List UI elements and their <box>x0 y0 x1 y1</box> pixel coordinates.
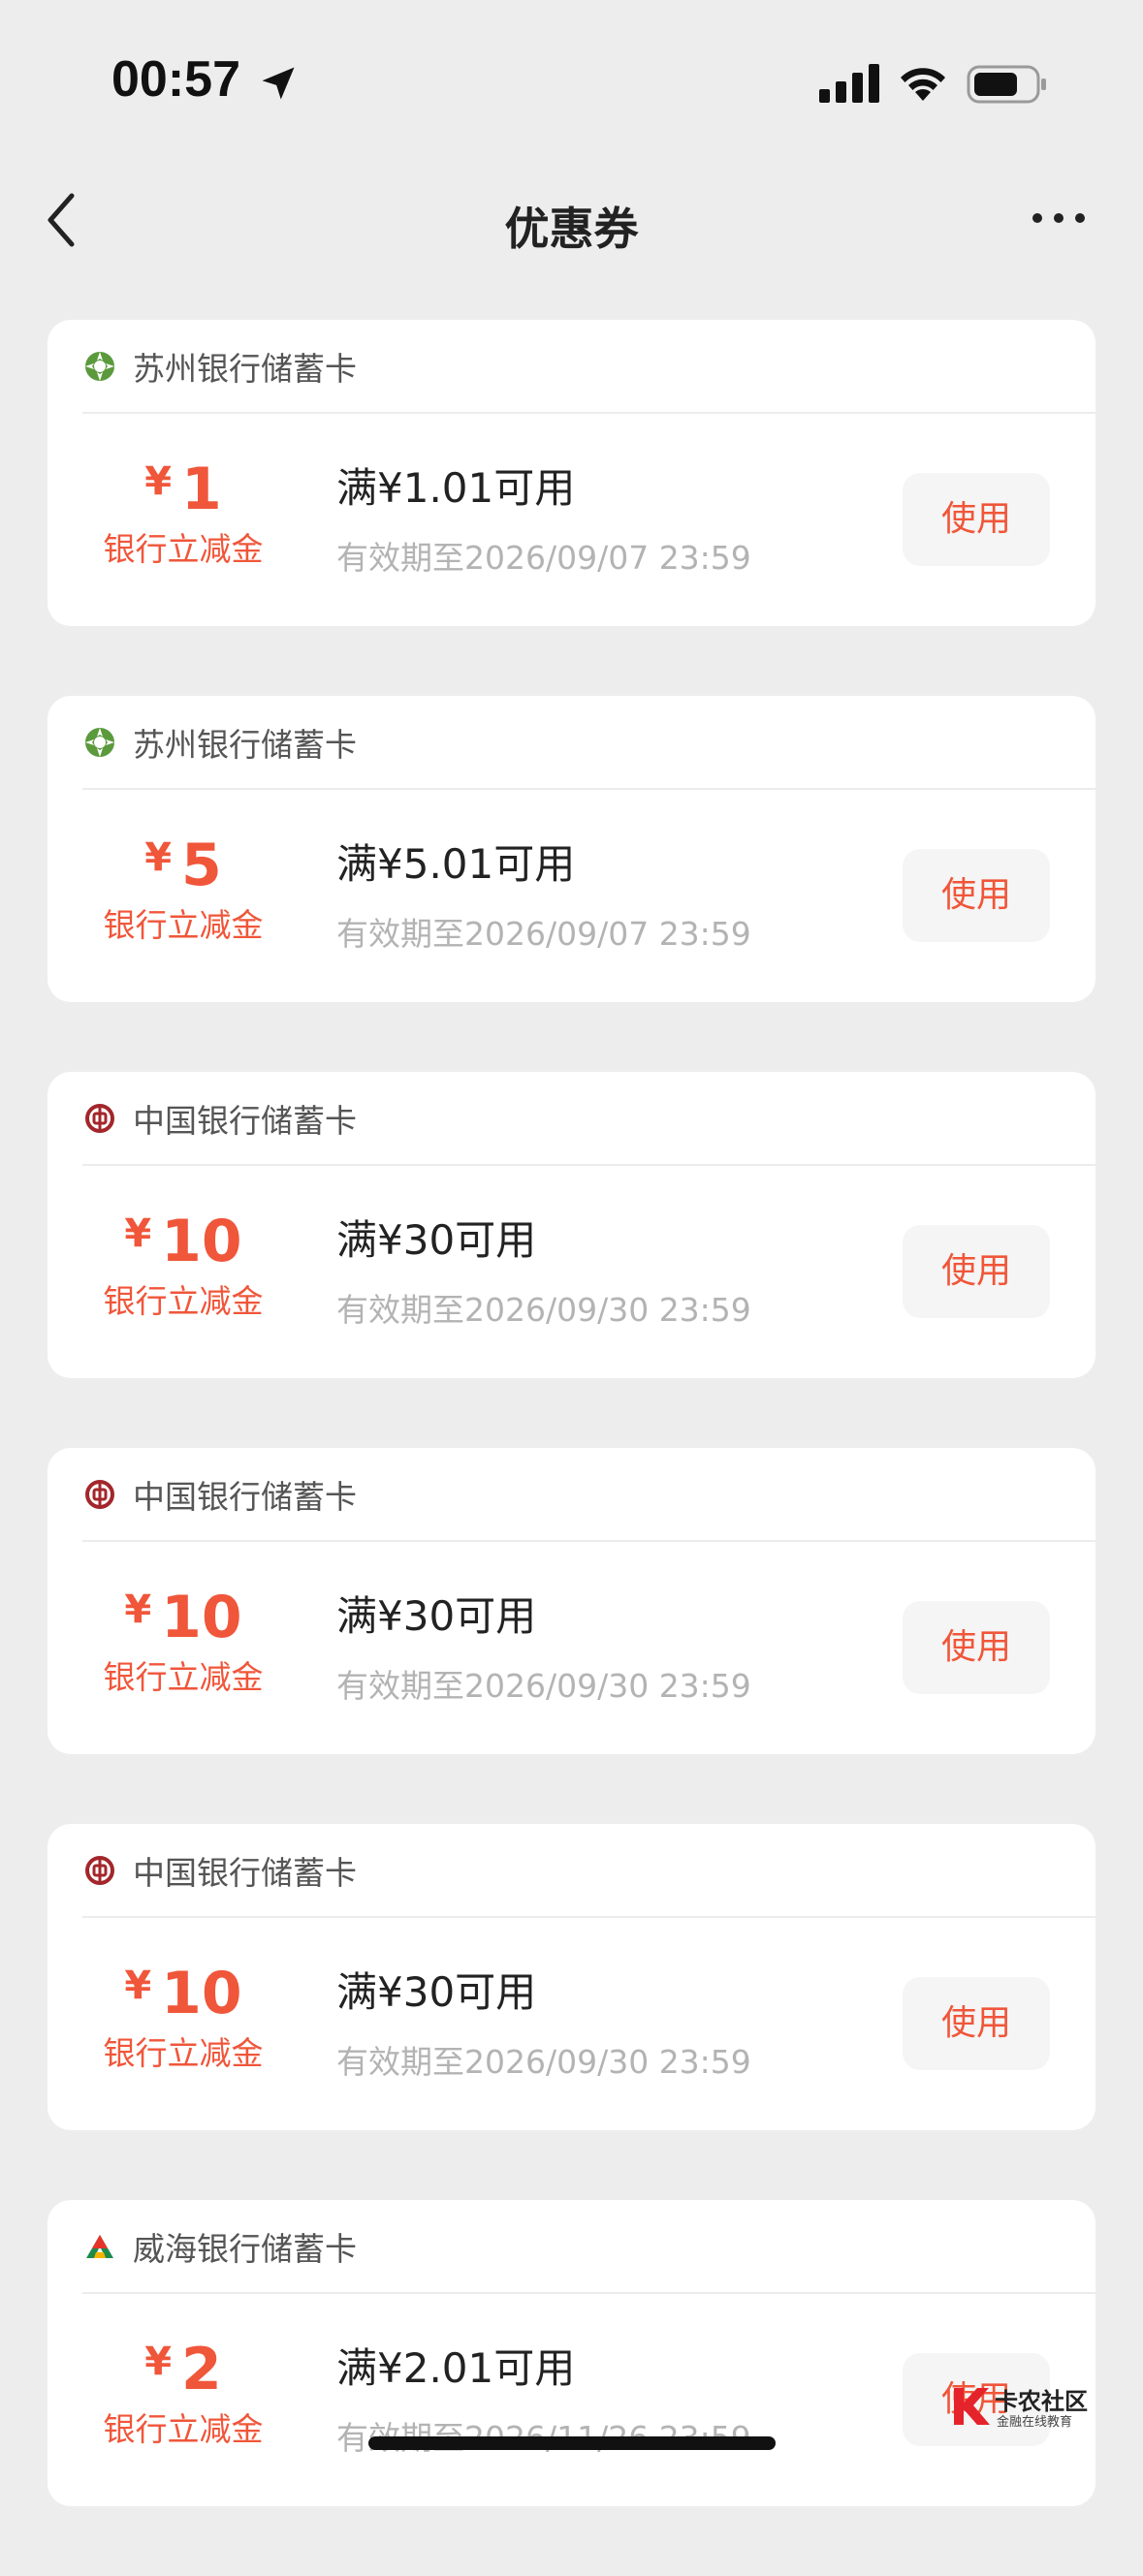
status-time: 00:57 <box>111 51 240 108</box>
coupon-type-label: 银行立减金 <box>103 1282 264 1320</box>
currency-symbol: ¥ <box>124 1587 152 1632</box>
bank-name: 中国银行储蓄卡 <box>133 1102 357 1140</box>
wifi-icon <box>901 68 945 101</box>
suzhou-bank-logo-icon <box>85 728 114 757</box>
currency-symbol: ¥ <box>144 459 173 504</box>
coupon-amount: 2 <box>181 2336 222 2403</box>
bank-name: 威海银行储蓄卡 <box>133 2230 357 2268</box>
coupon-type-label: 银行立减金 <box>103 1658 264 1696</box>
more-options-icon[interactable] <box>1030 204 1088 233</box>
coupon-amount: 10 <box>161 1208 242 1275</box>
coupon-card: 中国银行储蓄卡 ¥10 银行立减金 满¥30可用 有效期至2026/09/30 … <box>48 1448 1095 1754</box>
condition-block: 满¥30可用 有效期至2026/09/30 23:59 <box>336 1964 751 2083</box>
bank-name: 中国银行储蓄卡 <box>133 1478 357 1516</box>
amount-block: ¥1 银行立减金 <box>48 456 319 570</box>
use-button[interactable]: 使用 <box>903 1225 1050 1318</box>
currency-symbol: ¥ <box>124 1211 152 1256</box>
currency-symbol: ¥ <box>124 1963 152 2008</box>
status-bar: 00:57 <box>0 0 1143 155</box>
card-divider <box>82 788 1095 790</box>
suzhou-bank-logo-icon <box>85 352 114 381</box>
condition-block: 满¥30可用 有效期至2026/09/30 23:59 <box>336 1588 751 1707</box>
weihai-bank-logo-icon <box>86 2235 113 2258</box>
condition-block: 满¥5.01可用 有效期至2026/09/07 23:59 <box>336 836 751 955</box>
condition-block: 满¥1.01可用 有效期至2026/09/07 23:59 <box>336 460 751 579</box>
usage-condition: 满¥30可用 <box>336 1968 537 2016</box>
expiry-date: 有效期至2026/09/30 23:59 <box>336 2043 751 2081</box>
card-header: 中国银行储蓄卡 <box>48 1072 1095 1164</box>
bank-name: 苏州银行储蓄卡 <box>133 350 357 388</box>
card-header: 中国银行储蓄卡 <box>48 1824 1095 1916</box>
usage-condition: 满¥30可用 <box>336 1216 537 1264</box>
amount-block: ¥10 银行立减金 <box>48 1208 319 1322</box>
coupon-card: 苏州银行储蓄卡 ¥5 银行立减金 满¥5.01可用 有效期至2026/09/07… <box>48 696 1095 1002</box>
coupon-type-label: 银行立减金 <box>103 530 264 568</box>
coupon-type-label: 银行立减金 <box>103 2034 264 2072</box>
expiry-date: 有效期至2026/11/26 23:59 <box>336 2412 751 2459</box>
amount-block: ¥10 银行立减金 <box>48 1584 319 1698</box>
currency-symbol: ¥ <box>144 2340 173 2384</box>
use-button[interactable]: 使用 <box>903 473 1050 566</box>
coupon-amount: 10 <box>161 1584 242 1651</box>
coupon-card: 威海银行储蓄卡 ¥2 银行立减金 满¥2.01可用 有效期至2026/11/26… <box>48 2200 1095 2506</box>
bank-of-china-logo-icon <box>85 1104 114 1133</box>
card-divider <box>82 2292 1095 2294</box>
card-divider <box>82 412 1095 414</box>
coupon-list: 苏州银行储蓄卡 ¥1 银行立减金 满¥1.01可用 有效期至2026/09/07… <box>48 320 1095 2576</box>
expiry-date: 有效期至2026/09/30 23:59 <box>336 1667 751 1705</box>
coupon-type-label: 银行立减金 <box>103 2410 264 2448</box>
card-header: 苏州银行储蓄卡 <box>48 320 1095 412</box>
expiry-date: 有效期至2026/09/30 23:59 <box>336 1291 751 1329</box>
bank-name: 苏州银行储蓄卡 <box>133 726 357 764</box>
condition-block: 满¥30可用 有效期至2026/09/30 23:59 <box>336 1212 751 1331</box>
coupon-card: 苏州银行储蓄卡 ¥1 银行立减金 满¥1.01可用 有效期至2026/09/07… <box>48 320 1095 626</box>
nav-bar: 优惠券 <box>0 165 1143 281</box>
coupon-amount: 1 <box>181 456 222 523</box>
page-title: 优惠券 <box>504 203 639 255</box>
coupon-card: 中国银行储蓄卡 ¥10 银行立减金 满¥30可用 有效期至2026/09/30 … <box>48 1072 1095 1378</box>
coupon-amount: 5 <box>181 832 222 899</box>
bank-of-china-logo-icon <box>85 1480 114 1509</box>
coupon-card: 中国银行储蓄卡 ¥10 银行立减金 满¥30可用 有效期至2026/09/30 … <box>48 1824 1095 2130</box>
watermark-logo-icon <box>954 2388 990 2425</box>
watermark: 卡农社区 金融在线教育 <box>950 2380 1095 2438</box>
use-button[interactable]: 使用 <box>903 1977 1050 2070</box>
currency-symbol: ¥ <box>144 835 173 880</box>
card-divider <box>82 1916 1095 1918</box>
amount-block: ¥2 银行立减金 <box>48 2336 319 2450</box>
card-divider <box>82 1540 1095 1542</box>
bank-of-china-logo-icon <box>85 1856 114 1885</box>
card-header: 苏州银行储蓄卡 <box>48 696 1095 788</box>
coupon-amount: 10 <box>161 1960 242 2027</box>
battery-icon <box>967 65 1046 104</box>
amount-block: ¥5 银行立减金 <box>48 832 319 946</box>
expiry-date: 有效期至2026/09/07 23:59 <box>336 539 751 577</box>
usage-condition: 满¥1.01可用 <box>336 464 576 512</box>
usage-condition: 满¥2.01可用 <box>336 2344 576 2392</box>
location-arrow-icon <box>262 67 295 100</box>
card-divider <box>82 1164 1095 1166</box>
watermark-subtitle: 金融在线教育 <box>997 2415 1073 2430</box>
expiry-date: 有效期至2026/09/07 23:59 <box>336 915 751 953</box>
bank-name: 中国银行储蓄卡 <box>133 1854 357 1892</box>
coupon-type-label: 银行立减金 <box>103 906 264 944</box>
use-button[interactable]: 使用 <box>903 849 1050 942</box>
card-header: 威海银行储蓄卡 <box>48 2200 1095 2292</box>
amount-block: ¥10 银行立减金 <box>48 1960 319 2074</box>
usage-condition: 满¥5.01可用 <box>336 840 576 888</box>
cellular-signal-icon <box>819 64 879 103</box>
usage-condition: 满¥30可用 <box>336 1592 537 1640</box>
card-header: 中国银行储蓄卡 <box>48 1448 1095 1540</box>
home-indicator <box>368 2436 776 2450</box>
use-button[interactable]: 使用 <box>903 1601 1050 1694</box>
